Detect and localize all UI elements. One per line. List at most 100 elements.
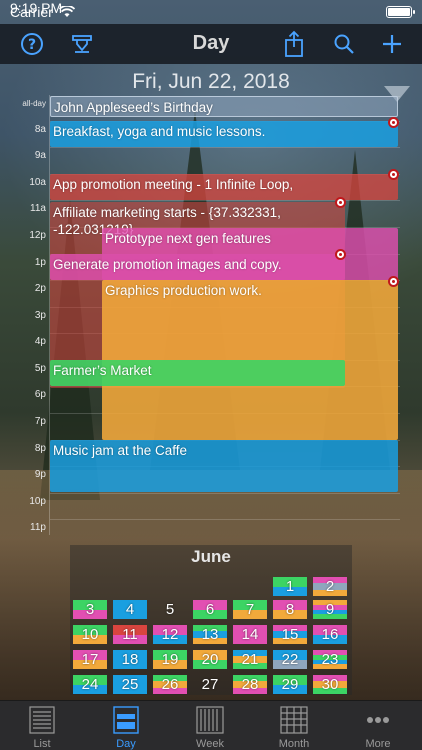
day-number: 4 xyxy=(125,601,135,618)
day-number: 22 xyxy=(281,651,299,668)
day-number: 6 xyxy=(205,601,215,618)
day-number: 30 xyxy=(321,676,339,693)
mini-month-day[interactable]: 6 xyxy=(193,600,227,619)
tab-week[interactable]: Week xyxy=(168,703,252,750)
search-button[interactable] xyxy=(328,28,360,60)
mini-month-day[interactable]: 17 xyxy=(73,650,107,669)
mini-month-day[interactable]: 11 xyxy=(113,625,147,644)
hour-gridline xyxy=(50,493,400,494)
add-event-button[interactable] xyxy=(376,28,408,60)
mini-month-day[interactable]: 24 xyxy=(73,675,107,694)
mini-month-day[interactable]: 16 xyxy=(313,625,347,644)
event-farmers-market[interactable]: Farmer’s Market xyxy=(50,360,345,386)
mini-month-day[interactable]: 30 xyxy=(313,675,347,694)
mini-month-day[interactable]: 7 xyxy=(233,600,267,619)
mini-month-day[interactable]: 18 xyxy=(113,650,147,669)
mini-month-day[interactable]: 15 xyxy=(273,625,307,644)
mini-month-day[interactable]: 21 xyxy=(233,650,267,669)
day-number: 2 xyxy=(325,578,335,595)
hour-label: 12p xyxy=(29,230,46,241)
event-title: Music jam at the Caffe xyxy=(53,443,188,458)
calendars-button[interactable] xyxy=(66,28,98,60)
mini-month-day[interactable]: 23 xyxy=(313,650,347,669)
day-number: 28 xyxy=(241,676,259,693)
day-number: 21 xyxy=(241,651,259,668)
mini-month-day[interactable]: 1 xyxy=(273,577,307,596)
tab-bar: List Day Week Month More xyxy=(0,700,422,750)
event-generate-promotion[interactable]: Generate promotion images and copy. xyxy=(50,254,345,280)
mini-month-day[interactable]: 13 xyxy=(193,625,227,644)
mini-month-day[interactable]: 29 xyxy=(273,675,307,694)
mini-month-day[interactable]: 2 xyxy=(313,577,347,596)
mini-month-day[interactable]: 14 xyxy=(233,625,267,644)
event-title: Breakfast, yoga and music lessons. xyxy=(53,124,266,139)
hour-label: 4p xyxy=(34,336,46,347)
tab-month[interactable]: Month xyxy=(252,703,336,750)
day-number: 15 xyxy=(281,626,299,643)
hour-label: 7p xyxy=(34,416,46,427)
alarm-icon xyxy=(388,169,399,180)
day-number: 8 xyxy=(285,601,295,618)
alarm-icon xyxy=(335,197,346,208)
hour-label: 2p xyxy=(34,283,46,294)
day-number: 29 xyxy=(281,676,299,693)
tab-more[interactable]: More xyxy=(336,703,420,750)
day-number: 23 xyxy=(321,651,339,668)
mini-month-day[interactable]: 9 xyxy=(313,600,347,619)
day-number: 25 xyxy=(121,676,139,693)
mini-month-day[interactable]: 25 xyxy=(113,675,147,694)
tab-label: More xyxy=(365,738,391,750)
day-view-icon xyxy=(113,706,139,734)
mini-month-day[interactable]: 12 xyxy=(153,625,187,644)
event-breakfast[interactable]: Breakfast, yoga and music lessons. xyxy=(50,121,398,147)
hour-label: 3p xyxy=(34,310,46,321)
hour-label: 10p xyxy=(29,496,46,507)
hour-label: 6p xyxy=(34,389,46,400)
mini-month-day[interactable]: 8 xyxy=(273,600,307,619)
hour-gridline xyxy=(50,200,400,201)
day-number: 24 xyxy=(81,676,99,693)
share-icon xyxy=(285,30,303,57)
status-time: 9:19 PM xyxy=(10,0,63,16)
hour-label: 11a xyxy=(30,203,46,214)
hour-label: 9a xyxy=(34,150,46,161)
mini-month-day[interactable]: 19 xyxy=(153,650,187,669)
day-number: 10 xyxy=(81,626,99,643)
event-title: Generate promotion images and copy. xyxy=(53,257,282,272)
share-button[interactable] xyxy=(278,28,310,60)
day-number: 19 xyxy=(161,651,179,668)
tab-label: Month xyxy=(278,738,310,750)
mini-month-day[interactable]: 20 xyxy=(193,650,227,669)
hour-label: 8a xyxy=(34,124,46,135)
navigation-bar: ? Day xyxy=(0,24,422,64)
day-number: 5 xyxy=(165,601,175,618)
hour-gridline xyxy=(50,147,400,148)
mini-month-calendar xyxy=(70,545,352,695)
tab-list[interactable]: List xyxy=(0,703,84,750)
alarm-icon xyxy=(388,117,399,128)
hour-label: 11p xyxy=(30,522,46,533)
hour-label: 8p xyxy=(34,443,46,454)
event-allday[interactable]: John Appleseed’s Birthday xyxy=(50,96,398,117)
day-number: 3 xyxy=(85,601,95,618)
mini-month-day[interactable]: 22 xyxy=(273,650,307,669)
mini-month-day[interactable]: 10 xyxy=(73,625,107,644)
day-number: 27 xyxy=(201,676,219,693)
mini-month-day[interactable]: 3 xyxy=(73,600,107,619)
mini-month-day[interactable]: 27 xyxy=(193,675,227,694)
search-icon xyxy=(334,34,354,54)
tab-day[interactable]: Day xyxy=(84,703,168,750)
mini-month-day[interactable]: 26 xyxy=(153,675,187,694)
alarm-icon xyxy=(335,249,346,260)
event-title: Farmer’s Market xyxy=(53,363,152,378)
mini-month-day[interactable]: 28 xyxy=(233,675,267,694)
day-number: 13 xyxy=(201,626,219,643)
event-music-jam[interactable]: Music jam at the Caffe xyxy=(50,440,398,492)
tab-label: Day xyxy=(116,738,136,750)
hour-label: 10a xyxy=(29,177,46,188)
mini-month-day[interactable]: 5 xyxy=(153,600,187,619)
mini-month-day[interactable]: 4 xyxy=(113,600,147,619)
event-app-promotion[interactable]: App promotion meeting - 1 Infinite Loop, xyxy=(50,174,398,200)
plus-icon xyxy=(383,35,401,53)
help-button[interactable]: ? xyxy=(16,28,48,60)
